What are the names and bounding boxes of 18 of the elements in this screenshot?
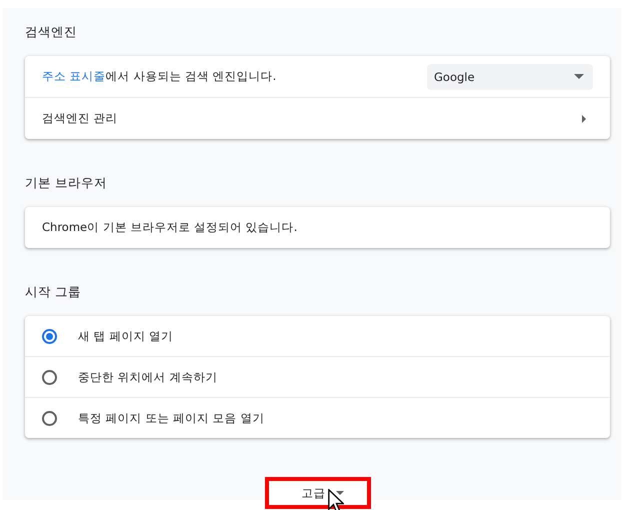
status-text: Chrome이 기본 브라우저로 설정되어 있습니다. [42, 220, 298, 235]
radio-button[interactable] [42, 410, 57, 426]
section-title: 기본 브라우저 [25, 174, 108, 192]
search-engine-dropdown[interactable]: Google [427, 64, 593, 90]
radio-button[interactable] [42, 370, 57, 384]
caret-icon [336, 491, 344, 495]
radio-label: 새 탭 페이지 열기 [78, 328, 174, 344]
section-title: 시작 그룹 [25, 283, 82, 301]
address-bar-link[interactable]: 주소 표시줄 [42, 69, 106, 83]
chevron-right-icon [582, 114, 586, 122]
radio-button[interactable] [42, 328, 57, 344]
radio-label: 특정 페이지 또는 페이지 모음 열기 [78, 410, 266, 426]
radio-label: 중단한 위치에서 계속하기 [78, 370, 218, 384]
manage-search-engines-item[interactable]: 검색엔진 관리 [25, 97, 610, 139]
cursor-icon [328, 489, 344, 510]
caret-icon [574, 74, 584, 79]
description-text: 주소 표시줄에서 사용되는 검색 엔진입니다. [42, 69, 278, 84]
section-title: 검색엔진 [25, 23, 78, 41]
